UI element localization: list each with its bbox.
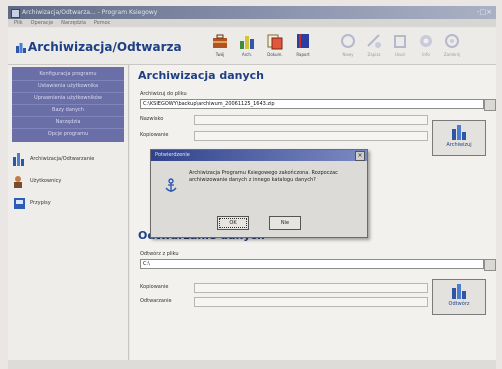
restore-path-input[interactable]: C:\ (140, 259, 484, 269)
menu-item-file[interactable]: Plik (14, 20, 23, 26)
users-icon (14, 176, 22, 188)
app-window: Archiwizacja/Odtwarza... - Program Ksieg… (0, 0, 502, 369)
toolbar-button-2[interactable]: Arch. (235, 32, 259, 57)
archive-browse-button[interactable] (484, 99, 496, 111)
menu-item-operations[interactable]: Operacje (31, 20, 54, 26)
title-bar: Archiwizacja/Odtwarza... - Program Ksieg… (8, 6, 496, 19)
toolbar: Archiwizacja/Odtwarza Twój Arch. Dokum. (8, 28, 496, 65)
confirm-dialog: Potwierdzenie × Archiwizacja Programu Ks… (150, 149, 368, 238)
archive-icon (452, 125, 466, 140)
sidebar-nav: Konfiguracja programu Ustawienia użytkow… (12, 67, 124, 142)
restore-copy-input[interactable] (194, 283, 428, 293)
archive-name-input[interactable] (194, 115, 428, 125)
sidebar-nav-item[interactable]: Opcje programu (12, 129, 124, 140)
archive-path-label: Archiwizuj do pliku (140, 91, 187, 97)
toolbar-button-3[interactable]: Dokum. (263, 32, 287, 57)
toolbar-button-5[interactable]: Nowy (336, 32, 360, 57)
sidebar-nav-item[interactable]: Bazy danych (12, 105, 124, 117)
archive-heading: Archiwizacja danych (138, 69, 265, 82)
save-icon (367, 34, 381, 48)
archive-copy-label: Kopiowanie (140, 132, 169, 138)
toolbar-button-9[interactable]: Zamknij (440, 32, 464, 57)
briefcase-icon (213, 34, 227, 48)
app-icon (11, 9, 20, 18)
dialog-close-button[interactable]: × (355, 151, 365, 161)
restore-name-label: Odtwarzanie (140, 298, 172, 304)
sidebar: Konfiguracja programu Ustawienia użytkow… (8, 65, 129, 360)
archive-icon (13, 153, 24, 166)
anchor-icon (165, 178, 177, 192)
delete-icon (394, 35, 406, 48)
logo-icon (16, 43, 26, 53)
sidebar-nav-item[interactable]: Narzędzia (12, 117, 124, 129)
toolbar-button-6[interactable]: Zapisz (362, 32, 386, 57)
archive-copy-input[interactable] (194, 131, 428, 141)
archive-name-label: Nazwisko (140, 116, 164, 122)
sidebar-nav-item[interactable]: Konfiguracja programu (12, 69, 124, 81)
dialog-message: Archiwizacja Programu Ksiegowego zakończ… (189, 170, 338, 183)
documents-icon (267, 34, 283, 50)
dialog-title-bar: Potwierdzenie × (151, 150, 367, 161)
menu-item-tools[interactable]: Narzędzia (61, 20, 86, 26)
window-title: Archiwizacja/Odtwarza... - Program Ksieg… (22, 9, 158, 16)
info-icon (420, 35, 432, 47)
sidebar-nav-item[interactable]: Ustawienia użytkownika (12, 81, 124, 93)
window-controls[interactable]: -□× (477, 8, 492, 16)
book-icon (297, 34, 309, 48)
restore-name-input[interactable] (194, 297, 428, 307)
restore-browse-button[interactable] (484, 259, 496, 271)
app-title: Archiwizacja/Odtwarza (27, 40, 182, 54)
toolbar-button-4[interactable]: Raport (291, 32, 315, 57)
toolbar-button-1[interactable]: Twój (208, 32, 232, 57)
menu-bar: Plik Operacje Narzędzia Pomoc (8, 19, 496, 27)
dialog-ok-button[interactable]: OK (217, 216, 249, 230)
restore-button[interactable]: Odtwórz (432, 279, 486, 315)
close-icon (445, 34, 459, 48)
restore-icon (452, 284, 466, 299)
new-icon (341, 34, 355, 48)
status-bar (8, 360, 496, 369)
dialog-title: Potwierdzenie (155, 152, 190, 158)
sidebar-nav-item[interactable]: Uprawnienia użytkowników (12, 93, 124, 105)
restore-copy-label: Kopiowanie (140, 284, 169, 290)
restore-path-label: Odtwórz z pliku (140, 251, 179, 257)
chart-icon (240, 36, 254, 49)
archive-button[interactable]: Archiwizuj (432, 120, 486, 156)
app-logo: Archiwizacja/Odtwarza (16, 40, 182, 54)
disk-icon (14, 198, 25, 209)
dialog-cancel-button[interactable]: Nie (269, 216, 301, 230)
toolbar-button-8[interactable]: Info (414, 32, 438, 57)
toolbar-button-7[interactable]: Usuń (388, 32, 412, 57)
archive-path-input[interactable]: C:\KSIEGOWY\backup\archiwum_20061125_164… (140, 99, 484, 109)
menu-item-help[interactable]: Pomoc (94, 20, 111, 26)
